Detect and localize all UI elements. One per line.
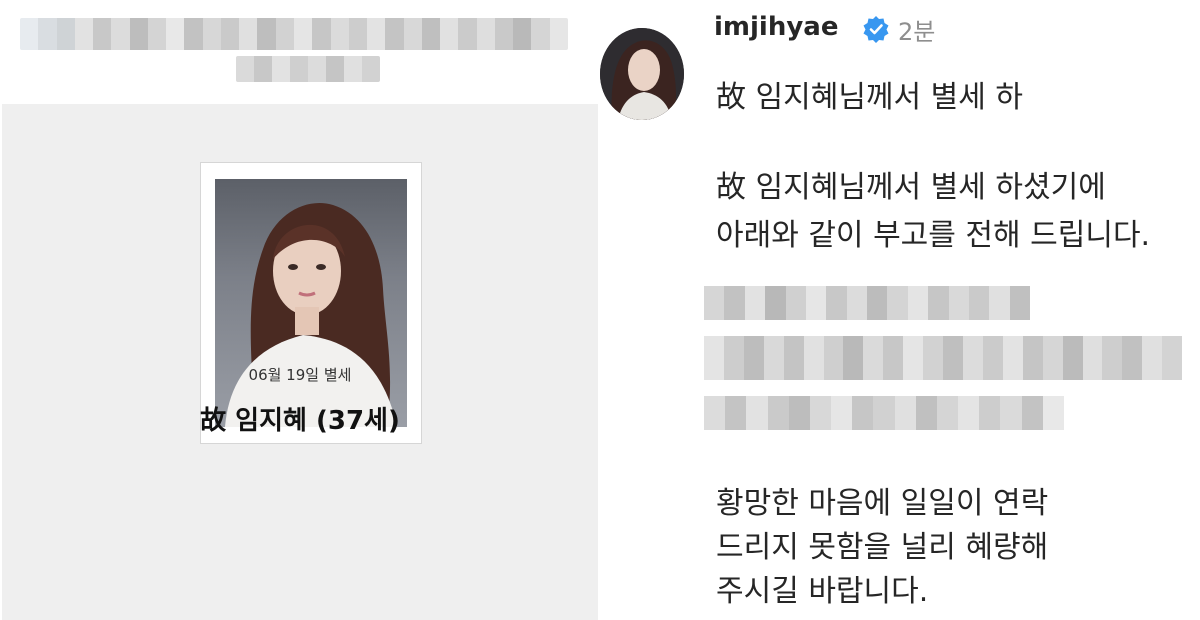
instagram-post: imjihyae 2분 故 임지혜님께서 별세 하 故 임지혜님께서 별세 하셨… [600,0,1200,620]
caption-line: 황망한 마음에 일일이 연락 [716,486,1049,521]
blurred-caption-text [704,286,1030,320]
caption-line: 아래와 같이 부고를 전해 드립니다. [716,218,1151,253]
obituary-panel: 06월 19일 별세 故 임지혜 (37세) [0,0,600,620]
death-date: 06월 19일 별세 [248,366,352,384]
post-username[interactable]: imjihyae [714,12,838,42]
profile-avatar[interactable] [600,28,684,120]
caption-line: 故 임지혜님께서 별세 하 [716,80,1024,115]
deceased-name: 故 임지혜 (37세) [200,406,400,436]
memorial-card [2,104,598,620]
caption-line: 故 임지혜님께서 별세 하셨기에 [716,170,1106,205]
blurred-subheader-text [236,56,380,82]
blurred-header-text [20,18,568,50]
caption-line: 드리지 못함을 널리 혜량해 [716,530,1049,565]
blurred-caption-text [704,396,1064,430]
blurred-caption-text [704,336,1183,380]
post-timestamp: 2분 [898,18,936,46]
memorial-portrait [215,179,407,427]
verified-badge-icon [863,16,889,43]
caption-line: 주시길 바랍니다. [716,574,929,609]
